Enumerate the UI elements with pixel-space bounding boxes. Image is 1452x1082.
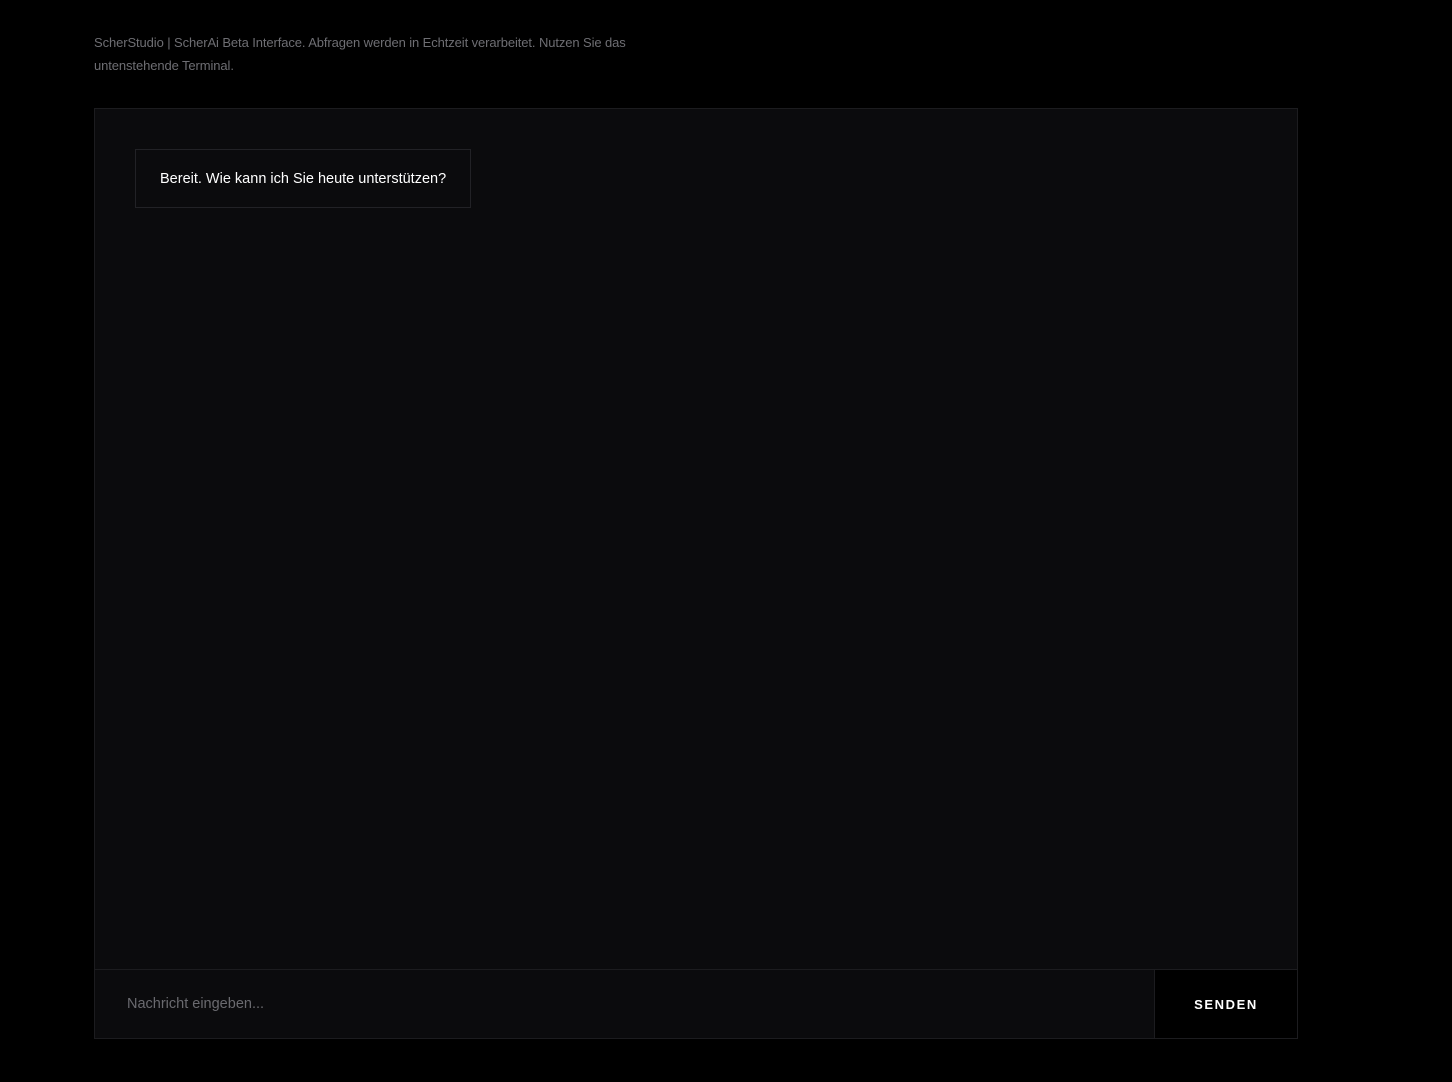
send-button[interactable]: SENDEN xyxy=(1154,970,1297,1038)
message-input[interactable] xyxy=(95,970,1154,1038)
assistant-message: Bereit. Wie kann ich Sie heute unterstüt… xyxy=(135,149,472,208)
message-list: Bereit. Wie kann ich Sie heute unterstüt… xyxy=(95,109,1297,969)
composer: SENDEN xyxy=(95,969,1297,1038)
intro-text: ScherStudio | ScherAi Beta Interface. Ab… xyxy=(94,35,626,73)
chat-terminal: Bereit. Wie kann ich Sie heute unterstüt… xyxy=(94,108,1298,1039)
